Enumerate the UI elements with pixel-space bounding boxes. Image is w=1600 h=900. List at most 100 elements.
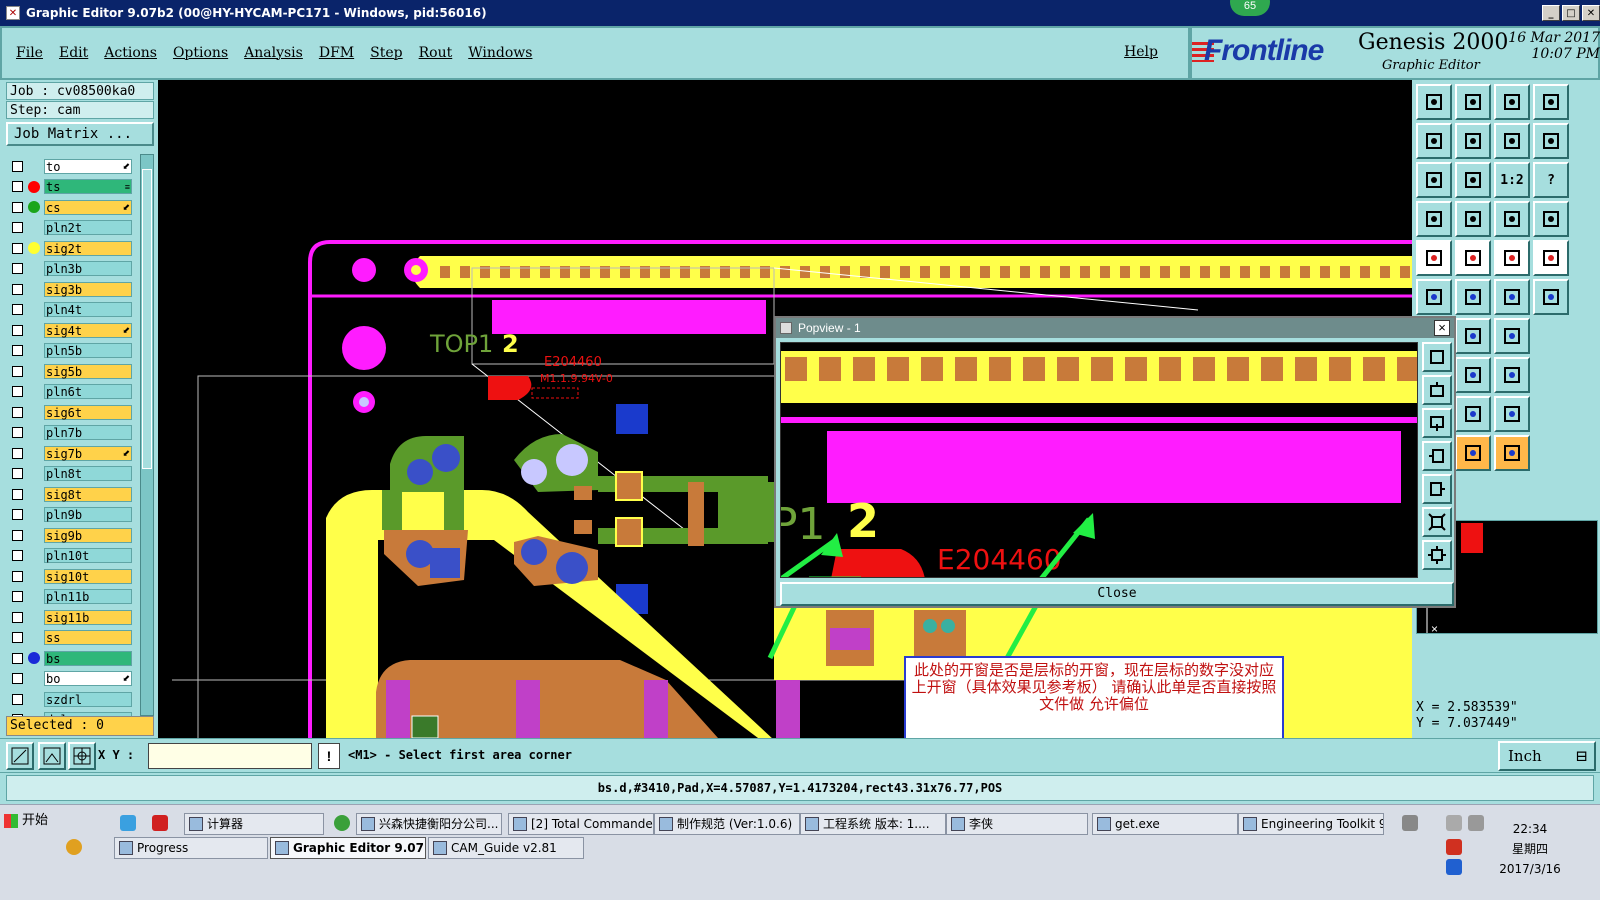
menu-options[interactable]: Options [173,45,228,61]
circle-icon[interactable] [1533,240,1569,276]
layer-name[interactable]: cs [44,199,132,215]
layer-row[interactable]: sig7b ⬋ [8,443,136,464]
tray-icon[interactable] [1402,815,1418,831]
layer-name[interactable]: sig9b [44,527,132,543]
layer-checkbox[interactable] [12,447,23,459]
layer-row[interactable]: pln4t [8,300,136,321]
layer-row[interactable]: ss [8,628,136,649]
pv-pan-right-icon[interactable] [1422,474,1452,504]
job-matrix-button[interactable]: Job Matrix ... [6,122,154,146]
layer-name[interactable]: sig2t [44,240,132,256]
layer-row[interactable]: pln10t [8,546,136,567]
layer-row[interactable]: sig11b [8,607,136,628]
menu-analysis[interactable]: Analysis [244,45,303,61]
pdf-icon[interactable] [152,815,168,831]
probe-icon[interactable] [1455,201,1491,237]
copy-icon[interactable] [1494,357,1530,393]
layer-row[interactable]: sig5b [8,361,136,382]
layer-checkbox[interactable] [12,693,23,705]
layer-row[interactable]: sig10t [8,566,136,587]
layer-checkbox[interactable] [12,550,23,562]
layer-row[interactable]: sig3b [8,279,136,300]
close-window-button[interactable]: ✕ [1582,5,1600,21]
layer-name[interactable]: sig5b [44,363,132,379]
layer-name[interactable]: sig6t [44,404,132,420]
menu-edit[interactable]: Edit [59,45,88,61]
layer-checkbox[interactable] [12,591,23,603]
layer-name[interactable]: ss [44,630,132,646]
layer-checkbox[interactable] [12,345,23,357]
layer-checkbox[interactable] [12,406,23,418]
taskbar-item[interactable]: CAM_Guide v2.81 [428,837,584,859]
pv-fit-icon[interactable] [1422,507,1452,537]
layer-row[interactable]: sig6t [8,402,136,423]
layer-checkbox[interactable] [12,201,23,213]
taskbar-item[interactable]: 制作规范 (Ver:1.0.6) [654,813,800,835]
xy-input[interactable] [148,743,312,769]
fx-icon[interactable] [1494,318,1530,354]
color-icon[interactable] [66,839,82,855]
menu-rout[interactable]: Rout [419,45,453,61]
layer-row[interactable]: pln7b [8,423,136,444]
layer-down-icon[interactable] [1455,84,1491,120]
layer-row[interactable]: sig9b [8,525,136,546]
layer-checkbox[interactable] [12,222,23,234]
layer-row[interactable]: szdrl [8,689,136,710]
layer-row[interactable]: sig4t ⬋ [8,320,136,341]
layer-up-icon[interactable] [1416,84,1452,120]
quicklaunch-icon[interactable] [120,815,136,831]
taskbar-item[interactable]: 兴森快捷衡阳分公司... [356,813,502,835]
snake-icon[interactable] [1533,123,1569,159]
layer-checkbox[interactable] [12,324,23,336]
layer-row[interactable]: pln3b [8,259,136,280]
layer-name[interactable]: pln10t [44,548,132,564]
menu-file[interactable]: File [16,45,43,61]
text-c-icon[interactable] [1494,396,1530,432]
layer-row[interactable]: pln6t [8,382,136,403]
pad-icon[interactable] [1416,240,1452,276]
taskbar-item[interactable]: get.exe [1092,813,1238,835]
layer-checkbox[interactable] [12,509,23,521]
layer-row[interactable]: sig8t [8,484,136,505]
taskbar-item[interactable]: 工程系统 版本: 1.... [800,813,946,835]
layer-checkbox[interactable] [12,632,23,644]
layer-checkbox[interactable] [12,304,23,316]
layer-row[interactable]: ts ≡ [8,177,136,198]
popview-canvas[interactable]: P1 2 E204460 [780,342,1418,578]
layer-name[interactable]: to [44,158,132,174]
layer-name[interactable]: bs [44,650,132,666]
ruler-icon[interactable] [1494,240,1530,276]
layer-row[interactable]: to ⬋ [8,156,136,177]
mirror-icon[interactable] [1494,123,1530,159]
color-icon[interactable] [1455,240,1491,276]
pv-zoom-out-icon[interactable] [1422,375,1452,405]
menu-actions[interactable]: Actions [104,45,157,61]
layer-checkbox[interactable] [12,386,23,398]
layer-name[interactable]: sig10t [44,568,132,584]
layer-name[interactable]: pln7b [44,425,132,441]
layer-name[interactable]: pln11b [44,589,132,605]
message-button[interactable]: ! [318,743,340,769]
layer-checkbox[interactable] [12,673,23,685]
layer-name[interactable]: pln8t [44,466,132,482]
layer-name[interactable]: sig7b [44,445,132,461]
line-edit-icon[interactable] [1533,279,1569,315]
scroll-thumb[interactable] [142,169,152,469]
layer-name[interactable]: pln2t [44,220,132,236]
layer-scrollbar[interactable] [140,154,154,716]
layer-checkbox[interactable] [12,283,23,295]
app-tray-icon[interactable] [1446,839,1462,855]
layer-row[interactable]: pln11b [8,587,136,608]
layer-checkbox[interactable] [12,427,23,439]
connect-icon[interactable] [1533,201,1569,237]
layer-row[interactable]: pln8t [8,464,136,485]
layer-name[interactable]: sig8t [44,486,132,502]
net-icon[interactable] [1494,201,1530,237]
menu-step[interactable]: Step [370,45,402,61]
select-icon[interactable] [1455,435,1491,471]
node-icon[interactable] [1416,279,1452,315]
units-selector[interactable]: Inch ⊟ [1498,741,1596,771]
layer-checkbox[interactable] [12,160,23,172]
layer-name[interactable]: sig4t [44,322,132,338]
menu-help[interactable]: Help [1124,44,1158,60]
